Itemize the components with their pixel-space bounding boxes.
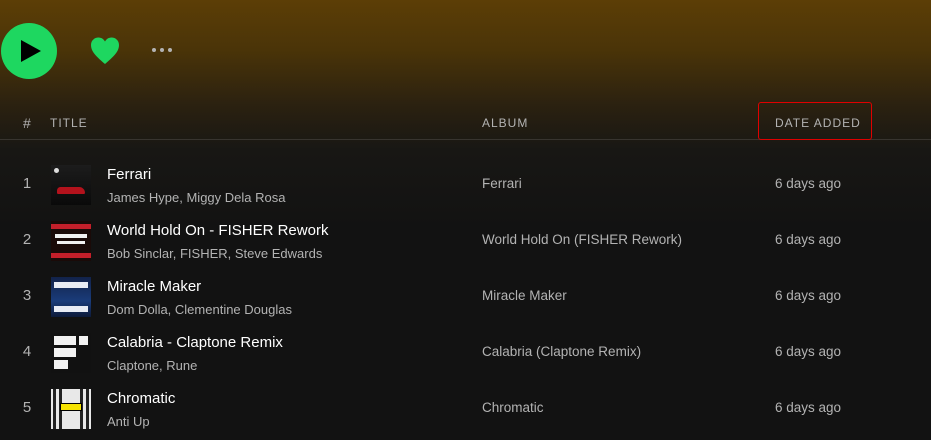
header-album[interactable]: Album [482, 116, 528, 130]
track-album[interactable]: Chromatic [482, 400, 544, 415]
more-options-button[interactable] [147, 40, 177, 60]
track-row[interactable]: 1 Ferrari James Hype, Miggy Dela Rosa Fe… [0, 157, 931, 213]
header-title[interactable]: Title [50, 116, 88, 130]
more-options-icon [160, 48, 164, 52]
track-index: 4 [22, 343, 32, 360]
track-name[interactable]: Miracle Maker [107, 278, 201, 295]
heart-button[interactable] [89, 35, 121, 67]
track-index: 1 [22, 175, 32, 192]
track-artists[interactable]: Bob Sinclar, FISHER, Steve Edwards [107, 246, 322, 261]
tracklist-header: # Title Album Date added [0, 104, 931, 140]
header-date-added[interactable]: Date added [775, 116, 861, 130]
track-artists[interactable]: Claptone, Rune [107, 358, 197, 373]
track-artists[interactable]: Anti Up [107, 414, 150, 429]
play-button[interactable] [1, 23, 57, 79]
track-name[interactable]: Calabria - Claptone Remix [107, 334, 283, 351]
track-artists[interactable]: James Hype, Miggy Dela Rosa [107, 190, 285, 205]
track-row[interactable]: 5 Chromatic Anti Up Chromatic 6 days ago [0, 381, 931, 437]
track-date-added: 6 days ago [775, 400, 842, 415]
track-name[interactable]: World Hold On - FISHER Rework [107, 222, 328, 239]
track-date-added: 6 days ago [775, 288, 842, 303]
album-art [51, 221, 91, 261]
track-row[interactable]: 2 World Hold On - FISHER Rework Bob Sinc… [0, 213, 931, 269]
play-icon [20, 40, 41, 62]
heart-icon [91, 37, 119, 64]
track-row[interactable]: 4 Calabria - Claptone Remix Claptone, Ru… [0, 325, 931, 381]
track-artists[interactable]: Dom Dolla, Clementine Douglas [107, 302, 292, 317]
track-album[interactable]: World Hold On (FISHER Rework) [482, 232, 682, 247]
track-index: 5 [22, 399, 32, 416]
track-name[interactable]: Ferrari [107, 166, 151, 183]
track-index: 2 [22, 231, 32, 248]
track-album[interactable]: Miracle Maker [482, 288, 567, 303]
track-name[interactable]: Chromatic [107, 390, 175, 407]
track-date-added: 6 days ago [775, 344, 842, 359]
track-album[interactable]: Ferrari [482, 176, 522, 191]
track-index: 3 [22, 287, 32, 304]
track-date-added: 6 days ago [775, 232, 842, 247]
album-art [51, 389, 91, 429]
track-date-added: 6 days ago [775, 176, 842, 191]
header-index: # [23, 115, 31, 131]
album-art [51, 333, 91, 373]
more-options-icon [168, 48, 172, 52]
more-options-icon [152, 48, 156, 52]
track-row[interactable]: 3 Miracle Maker Dom Dolla, Clementine Do… [0, 269, 931, 325]
track-album[interactable]: Calabria (Claptone Remix) [482, 344, 641, 359]
action-bar [0, 0, 931, 100]
album-art [51, 165, 91, 205]
album-art [51, 277, 91, 317]
